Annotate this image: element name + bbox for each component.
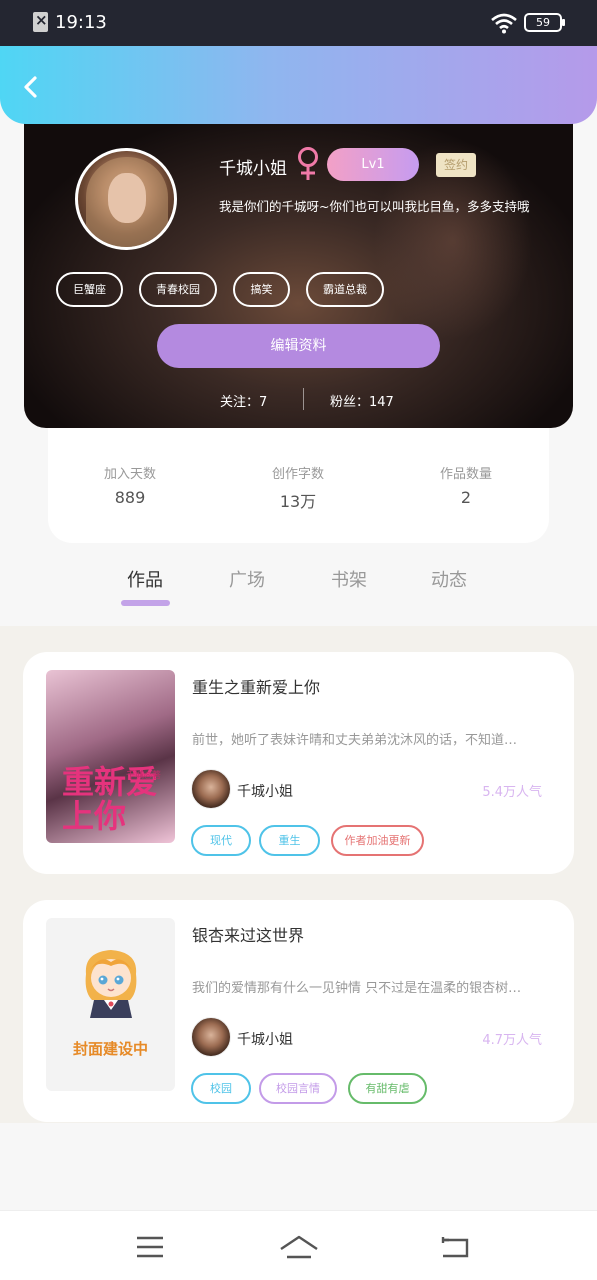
author-avatar — [191, 1017, 231, 1057]
genre-tag[interactable]: 校园 — [191, 1073, 251, 1104]
wifi-icon — [491, 13, 517, 34]
tab-works[interactable]: 作品 — [127, 566, 163, 592]
menu-icon[interactable] — [134, 1233, 166, 1261]
stats-card: 加入天数 889 创作字数 13万 作品数量 2 — [48, 428, 549, 543]
genre-tag[interactable]: 作者加油更新 — [331, 825, 424, 856]
work-description: 我们的爱情那有什么一见钟情 只不过是在温柔的银杏树… — [192, 981, 522, 996]
genre-tag[interactable]: 重生 — [259, 825, 320, 856]
username: 千城小姐 — [219, 159, 287, 179]
cover-placeholder-text: 封面建设中 — [72, 1040, 148, 1058]
book-cover[interactable]: 重新爱上你 千城◎著 — [46, 670, 175, 843]
stat-value: 889 — [114, 488, 146, 507]
sign-badge: 签约 — [436, 153, 476, 177]
stat-value: 13万 — [279, 492, 317, 511]
home-icon[interactable] — [279, 1233, 319, 1261]
popularity: 4.7万人气 — [482, 1033, 542, 1048]
stat-works-count: 作品数量 2 — [406, 463, 526, 507]
work-description: 前世，她听了表妹许晴和丈夫弟弟沈沐风的话，不知道… — [192, 733, 518, 748]
genre-tag[interactable]: 有甜有虐 — [348, 1073, 427, 1104]
profile-tag[interactable]: 青春校园 — [139, 272, 217, 307]
top-header — [0, 46, 597, 124]
return-icon[interactable] — [439, 1233, 471, 1261]
profile-tag[interactable]: 搞笑 — [233, 272, 290, 307]
stat-label: 加入天数 — [103, 467, 156, 482]
stat-label: 作品数量 — [439, 467, 492, 482]
tab-activity[interactable]: 动态 — [431, 566, 467, 592]
bio: 我是你们的千城呀~你们也可以叫我比目鱼，多多支持哦 — [219, 199, 530, 214]
author-avatar — [191, 769, 231, 809]
book-cover[interactable]: 封面建设中 — [46, 918, 175, 1091]
following-count[interactable]: 关注：7 — [220, 391, 267, 410]
work-card[interactable]: 重新爱上你 千城◎著 重生之重新爱上你 前世，她听了表妹许晴和丈夫弟弟沈沐风的话… — [23, 652, 574, 874]
avatar[interactable] — [75, 148, 177, 250]
tab-plaza[interactable]: 广场 — [229, 566, 265, 592]
genre-tag[interactable]: 校园言情 — [259, 1073, 337, 1104]
divider — [303, 388, 304, 410]
avatar-face — [108, 173, 146, 223]
back-arrow-icon[interactable] — [18, 74, 44, 100]
stat-label: 创作字数 — [271, 467, 324, 482]
genre-tag[interactable]: 现代 — [191, 825, 251, 856]
edit-profile-button[interactable]: 编辑资料 — [157, 324, 440, 368]
sim-icon — [33, 11, 48, 32]
tab-indicator — [121, 600, 170, 606]
system-nav-bar — [0, 1210, 597, 1280]
status-time: 19:13 — [55, 12, 107, 33]
cover-author: 千城◎著 — [126, 771, 161, 781]
stat-word-count: 创作字数 13万 — [238, 463, 358, 512]
female-icon — [298, 147, 318, 180]
followers-count[interactable]: 粉丝：147 — [330, 391, 394, 410]
cover-placeholder-character-icon — [85, 950, 137, 1018]
stat-join-days: 加入天数 889 — [70, 463, 190, 507]
popularity: 5.4万人气 — [482, 785, 542, 800]
work-title[interactable]: 重生之重新爱上你 — [192, 674, 320, 698]
tab-bookshelf[interactable]: 书架 — [331, 566, 367, 592]
profile-tag[interactable]: 巨蟹座 — [56, 272, 123, 307]
status-bar: 19:13 59 — [0, 0, 597, 46]
battery-icon: 59 — [524, 13, 565, 32]
profile-tag[interactable]: 霸道总裁 — [306, 272, 384, 307]
author-name: 千城小姐 — [237, 1032, 293, 1048]
work-title[interactable]: 银杏来过这世界 — [192, 922, 304, 946]
author-name: 千城小姐 — [237, 784, 293, 800]
stat-value: 2 — [460, 488, 472, 507]
level-badge: Lv1 — [327, 148, 419, 181]
work-card[interactable]: 封面建设中 银杏来过这世界 我们的爱情那有什么一见钟情 只不过是在温柔的银杏树…… — [23, 900, 574, 1122]
